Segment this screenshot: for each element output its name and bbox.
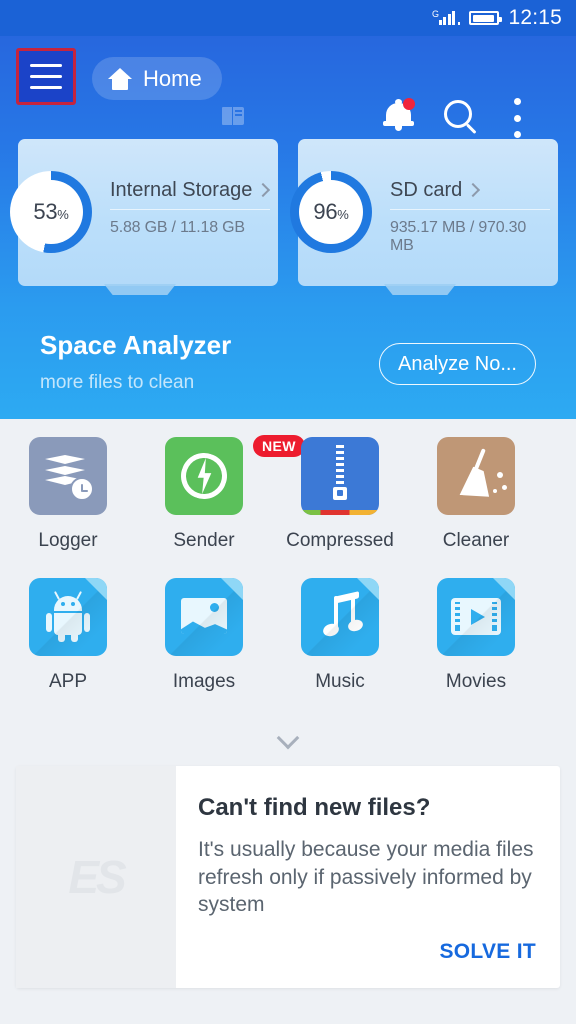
storage-usage-internal: 5.88 GB / 11.18 GB [110,219,245,236]
space-analyzer-banner[interactable]: Space Analyzer more files to clean Analy… [0,312,576,419]
storage-usage-sdcard: 935.17 MB / 970.30 MB [390,219,527,254]
android-app-icon [29,578,107,656]
app-tile-app[interactable]: APP [0,578,136,693]
storage-name-sdcard: SD card [390,178,463,201]
app-tile-logger[interactable]: Logger [0,437,136,552]
network-type-label: G [431,9,439,19]
storage-card-sdcard[interactable]: 96% SD card 935.17 MB / 970.30 MB [290,139,558,295]
notification-badge-dot [403,98,415,110]
app-tile-sender[interactable]: NEW Sender [136,435,305,552]
space-analyzer-title: Space Analyzer [40,330,232,360]
home-icon [108,67,132,90]
more-vertical-icon[interactable] [513,98,521,138]
es-logo: ES [68,851,126,903]
app-label: Cleaner [442,530,510,551]
space-analyzer-subtitle: more files to clean [40,372,195,393]
app-label: Movies [445,671,507,692]
app-label: APP [48,671,88,692]
storage-info-internal: Internal Storage 5.88 GB / 11.18 GB [110,173,271,237]
card-notch [384,284,456,295]
app-label: Images [172,671,236,692]
app-grid: Logger NEW Sender Compressed Cleaner APP… [0,435,576,693]
bell-icon[interactable] [383,98,415,133]
chevron-right-icon [466,182,481,198]
compressed-icon [301,437,379,515]
sender-icon [165,437,243,515]
storage-name-internal: Internal Storage [110,178,253,201]
signal-bars-icon: G [431,9,461,25]
app-tile-movies[interactable]: Movies [408,578,544,693]
app-label: Music [315,671,365,692]
card-notch [104,284,176,295]
storage-donut-sdcard: 96% [290,171,372,253]
tip-card-logo-panel: ES [16,766,176,988]
app-label: Sender [173,530,235,551]
storage-percent-sdcard: 96% [313,199,349,224]
tip-card: ES Can't find new files? It's usually be… [16,766,560,988]
app-grid-row: Logger NEW Sender Compressed Cleaner [0,435,576,552]
app-screen: G 12:15 Home 53% Internal Storage 5.88 G… [0,0,576,1024]
home-tab-label: Home [143,65,202,91]
app-tile-music[interactable]: Music [272,578,408,693]
bookmark-icon[interactable] [222,107,244,125]
storage-card-internal[interactable]: 53% Internal Storage 5.88 GB / 11.18 GB [10,139,278,295]
tip-card-content: Can't find new files? It's usually becau… [176,766,560,988]
music-icon [301,578,379,656]
header-panel: Home 53% Internal Storage 5.88 GB / 11.1… [0,36,576,419]
storage-percent-internal: 53% [33,199,69,224]
search-icon[interactable] [444,100,480,136]
storage-donut-internal: 53% [10,171,92,253]
analyze-now-button[interactable]: Analyze No... [379,343,536,385]
app-tile-cleaner[interactable]: Cleaner [408,437,544,552]
logger-icon [29,437,107,515]
app-label: Compressed [286,530,394,551]
new-badge: NEW [253,435,305,457]
tip-title: Can't find new files? [198,794,431,821]
battery-icon [469,11,503,25]
home-tab[interactable]: Home [92,57,222,100]
status-bar: G 12:15 [0,0,576,36]
tip-body: It's usually because your media files re… [198,838,534,917]
action-bar: Home [0,36,576,138]
app-grid-row: APP Images Music Movies [0,578,576,693]
storage-info-sdcard: SD card 935.17 MB / 970.30 MB [390,173,550,255]
app-label: Logger [38,530,98,551]
hamburger-menu-icon[interactable] [16,48,76,105]
images-icon [165,578,243,656]
storage-cards: 53% Internal Storage 5.88 GB / 11.18 GB [0,139,576,295]
app-tile-images[interactable]: Images [136,578,272,693]
chevron-right-icon [256,182,271,198]
cleaner-icon [437,437,515,515]
movies-icon [437,578,515,656]
solve-it-button[interactable]: SOLVE IT [439,940,536,964]
status-clock: 12:15 [508,6,562,29]
chevron-down-icon[interactable] [0,726,576,754]
